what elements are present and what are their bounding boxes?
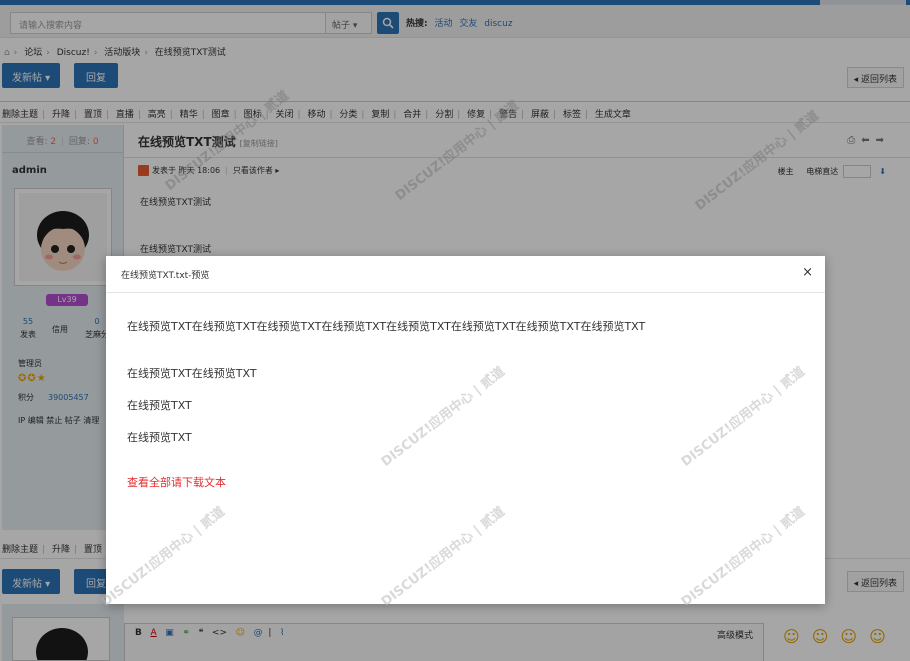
download-full-text-link[interactable]: 查看全部请下载文本 (127, 474, 226, 490)
preview-line: 在线预览TXT (127, 431, 192, 444)
watermark: DISCUZ!应用中心 | 贰道 (378, 504, 508, 610)
preview-line: 在线预览TXT (127, 399, 192, 412)
txt-preview-dialog: 在线预览TXT.txt-预览 × 在线预览TXT在线预览TXT在线预览TXT在线… (99, 256, 825, 610)
watermark: DISCUZ!应用中心 | 贰道 (98, 504, 228, 610)
close-icon[interactable]: × (802, 266, 813, 280)
preview-line: 在线预览TXT在线预览TXT (127, 367, 257, 380)
watermark: DISCUZ!应用中心 | 贰道 (678, 364, 808, 470)
dialog-header: 在线预览TXT.txt-预览 × (106, 256, 825, 293)
preview-line: 在线预览TXT在线预览TXT在线预览TXT在线预览TXT在线预览TXT在线预览T… (127, 320, 646, 333)
dialog-title: 在线预览TXT.txt-预览 (121, 271, 210, 281)
watermark: DISCUZ!应用中心 | 贰道 (378, 364, 508, 470)
watermark: DISCUZ!应用中心 | 贰道 (678, 504, 808, 610)
